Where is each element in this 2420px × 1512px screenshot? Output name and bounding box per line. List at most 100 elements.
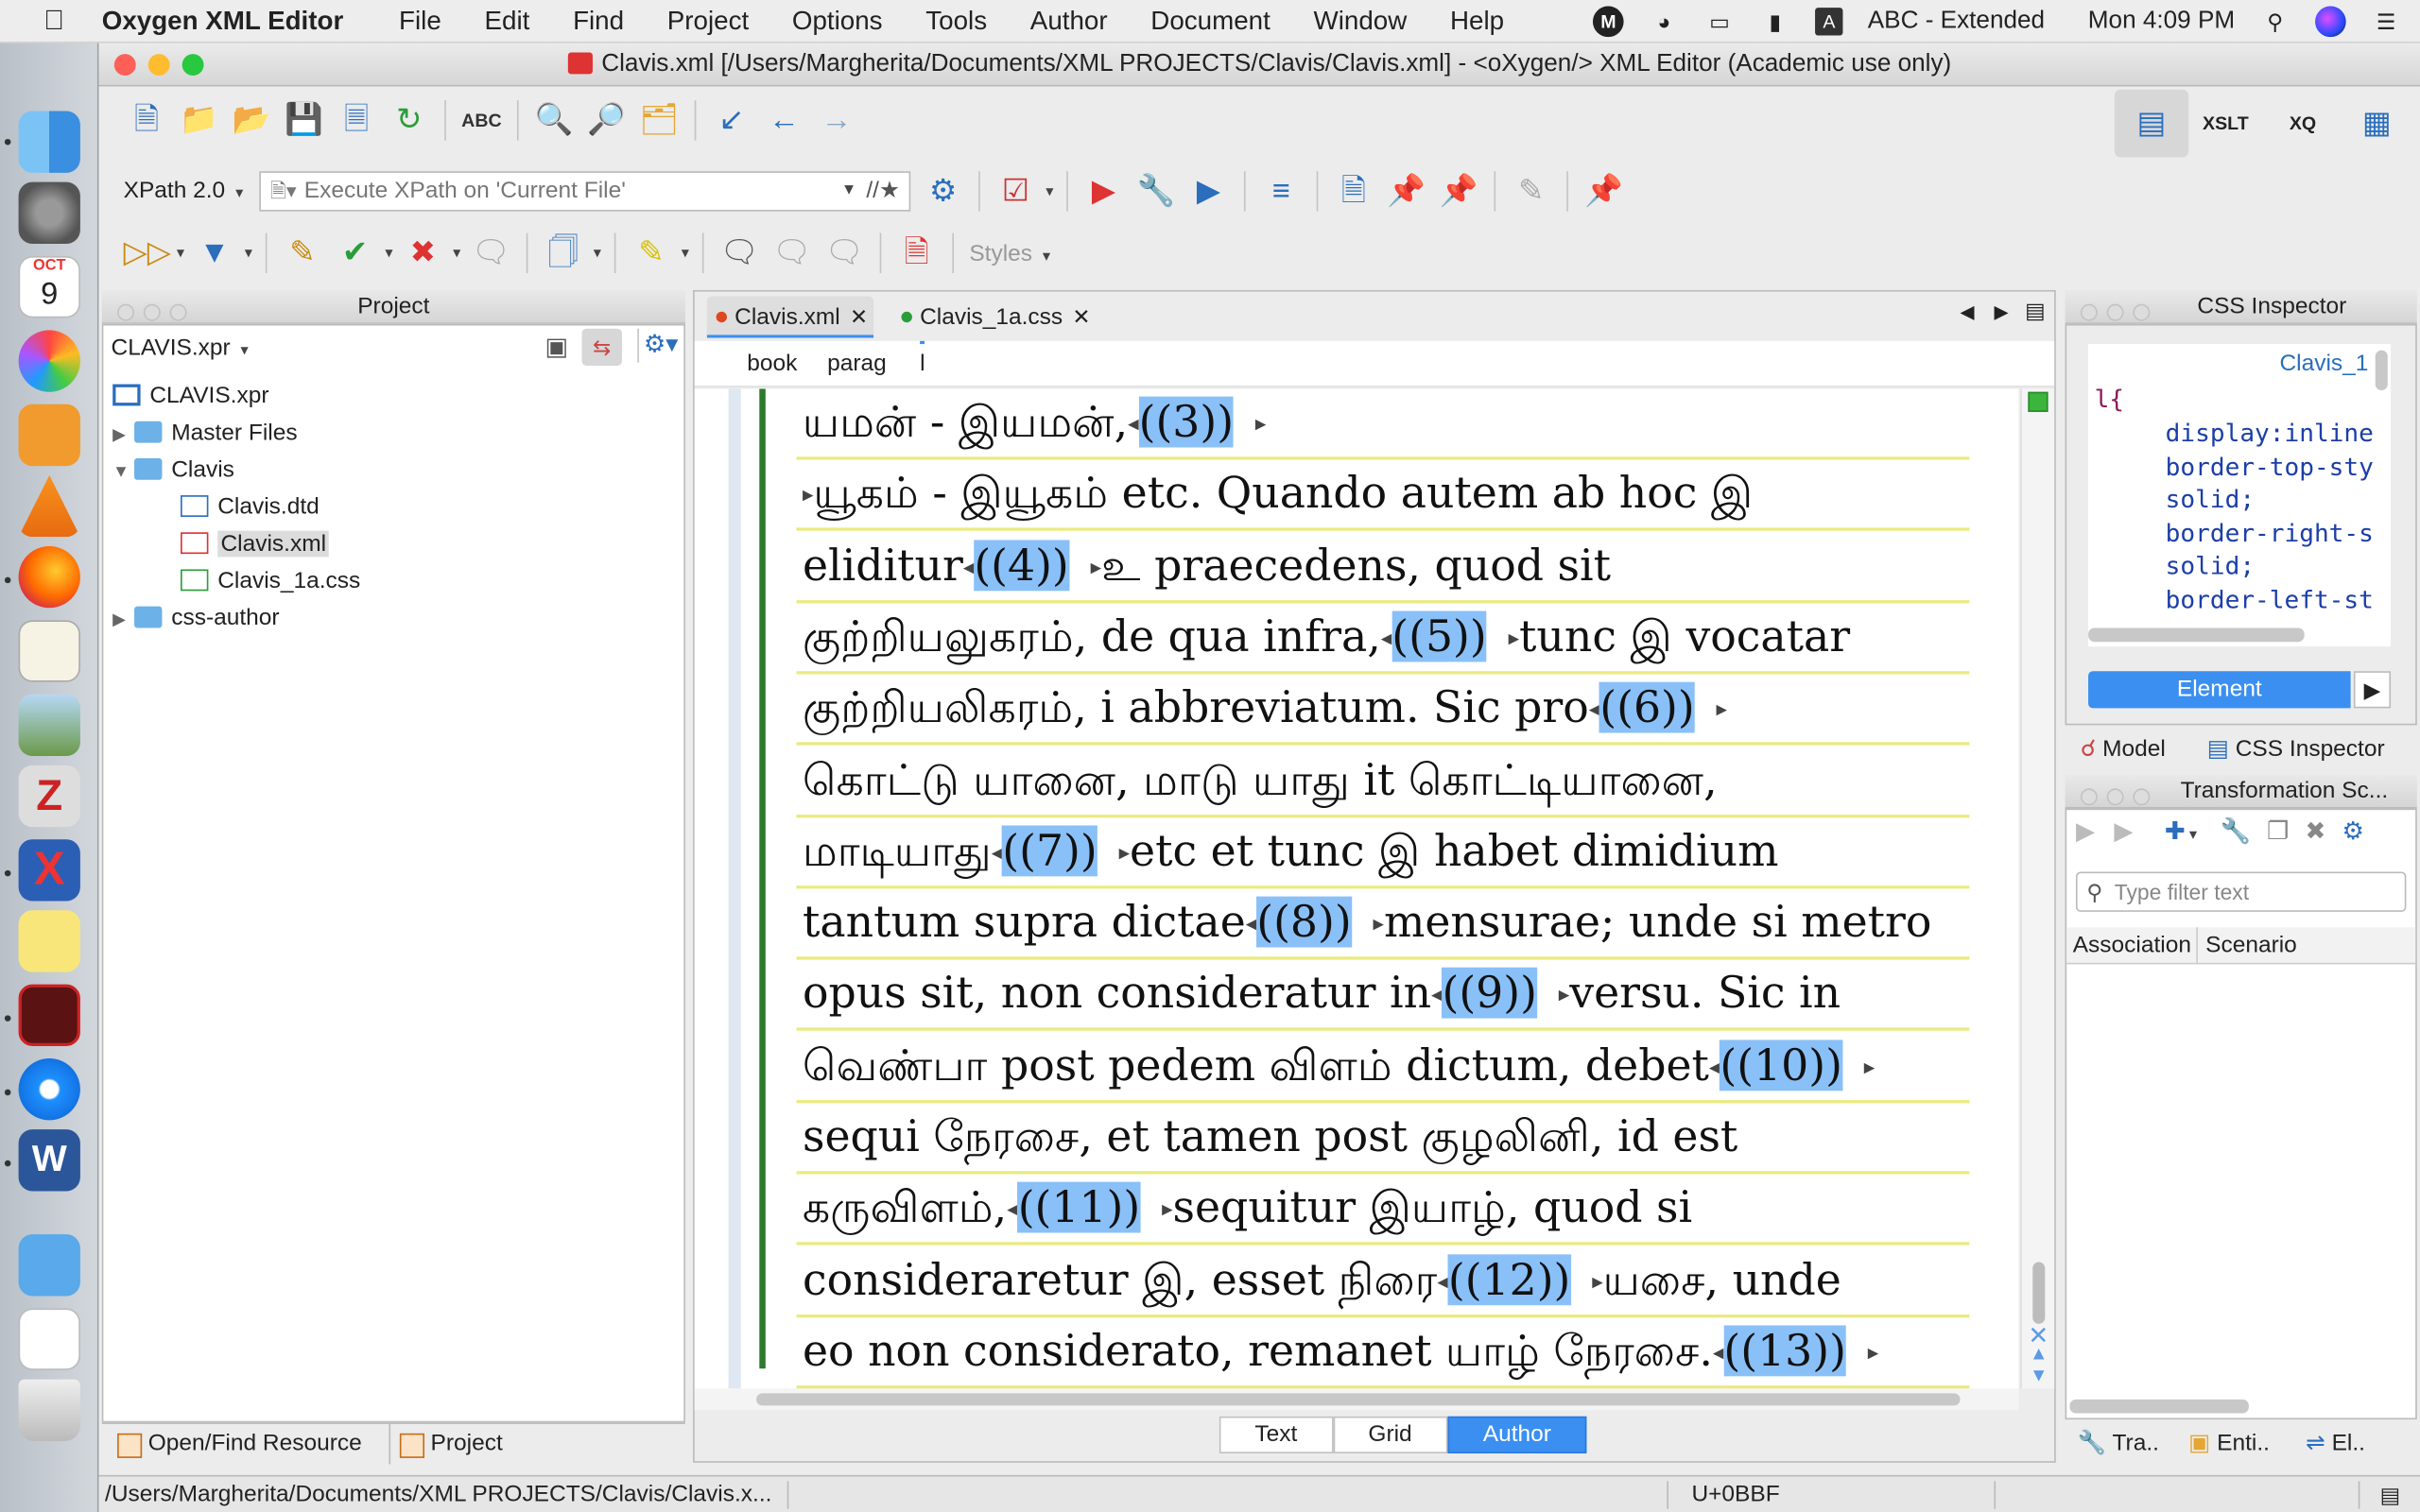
- zotero-icon[interactable]: Z: [18, 765, 80, 828]
- stickies-icon[interactable]: [18, 910, 80, 972]
- element-end-marker-icon[interactable]: ▸: [1162, 1197, 1172, 1222]
- document-line[interactable]: குற்றியலுகரம், de qua infra,◂((5)) ▸tunc …: [803, 606, 1850, 674]
- pin-green-icon[interactable]: 📌: [1436, 168, 1482, 215]
- vertical-scrollbar[interactable]: ✕ ▲ ▼: [2020, 388, 2055, 1389]
- css-rules-view[interactable]: Clavis_1 l{ display:inline border-top-st…: [2088, 344, 2392, 647]
- airplay-icon[interactable]: ▭: [1704, 9, 1736, 34]
- horizontal-scrollbar[interactable]: [694, 1388, 2019, 1411]
- safari-icon[interactable]: [18, 1058, 80, 1121]
- element-start-marker-icon[interactable]: ◂: [1437, 1269, 1447, 1294]
- mode-text-button[interactable]: Text: [1219, 1416, 1333, 1454]
- close-window-button[interactable]: [113, 54, 136, 77]
- element-button[interactable]: Element: [2088, 671, 2351, 709]
- validate-icon[interactable]: ☑: [993, 168, 1039, 215]
- apply-transformation-icon[interactable]: ▶: [1080, 168, 1127, 215]
- menu-find[interactable]: Find: [573, 6, 624, 37]
- footnote-reference[interactable]: ((8)): [1256, 896, 1352, 948]
- find-icon[interactable]: 🔍: [531, 97, 578, 144]
- scenario-filter-input[interactable]: ⚲ Type filter text: [2075, 871, 2407, 912]
- element-start-marker-icon[interactable]: ◂: [1431, 984, 1442, 1008]
- element-start-marker-icon[interactable]: ◂: [1128, 412, 1138, 437]
- validate-dropdown-icon[interactable]: ▾: [1042, 182, 1057, 199]
- document-line[interactable]: opus sit, non consideratur in◂((9)) ▸vers…: [803, 963, 1841, 1031]
- edit-change-icon[interactable]: ✎: [280, 230, 326, 276]
- breadcrumb-book[interactable]: book: [747, 341, 797, 387]
- textedit-icon[interactable]: [18, 620, 80, 682]
- tree-item-css-author[interactable]: ▶ css-author: [112, 600, 279, 637]
- menu-project[interactable]: Project: [667, 6, 749, 37]
- configure-transformation-icon[interactable]: 🔧: [1133, 168, 1180, 215]
- element-start-marker-icon[interactable]: ◂: [992, 840, 1002, 865]
- tab-transformation[interactable]: 🔧 Tra..: [2078, 1429, 2159, 1457]
- battery-icon[interactable]: ▮: [1759, 9, 1790, 34]
- mode-grid-button[interactable]: Grid: [1332, 1416, 1448, 1454]
- accept-dropdown-icon[interactable]: ▾: [381, 245, 396, 262]
- element-start-marker-icon[interactable]: ◂: [1709, 1055, 1720, 1079]
- wifi-icon[interactable]: ◕: [1649, 9, 1680, 34]
- collapse-all-icon[interactable]: ▣: [544, 332, 568, 363]
- css-vscroll-thumb[interactable]: [2375, 350, 2388, 391]
- tree-item-master-files[interactable]: ▶ Master Files: [112, 415, 297, 452]
- track-changes-dropdown-icon[interactable]: ▾: [173, 245, 188, 262]
- spotlight-icon[interactable]: ⚲: [2259, 9, 2290, 34]
- element-arrow-icon[interactable]: ▶: [2353, 671, 2392, 709]
- project-settings-icon[interactable]: ⚙▾: [644, 329, 679, 360]
- element-end-marker-icon[interactable]: ▸: [1119, 840, 1130, 865]
- scroll-thumb[interactable]: [756, 1393, 1961, 1406]
- input-source-icon[interactable]: A: [1815, 8, 1843, 36]
- element-end-marker-icon[interactable]: ▸: [1374, 912, 1384, 936]
- apply-scenario-icon[interactable]: ▶: [2076, 819, 2095, 846]
- preview-icon[interactable]: [18, 694, 80, 757]
- photos-icon[interactable]: [18, 330, 80, 392]
- save-to-url-icon[interactable]: 🗏: [334, 97, 380, 144]
- element-end-marker-icon[interactable]: ▸: [1864, 1055, 1875, 1079]
- breadcrumb-l[interactable]: l: [920, 340, 925, 385]
- menu-window[interactable]: Window: [1314, 6, 1408, 37]
- tab-project[interactable]: Project: [389, 1423, 503, 1465]
- tree-item-clavis-folder[interactable]: ▼ Clavis: [112, 452, 234, 489]
- tab-entities[interactable]: ▣ Enti..: [2188, 1429, 2270, 1457]
- open-find-resource-icon[interactable]: 🗂: [636, 97, 683, 144]
- clock[interactable]: Mon 4:09 PM: [2088, 8, 2235, 35]
- forward-icon[interactable]: →: [813, 97, 859, 144]
- zoom-window-button[interactable]: [182, 54, 204, 77]
- minimize-window-button[interactable]: [147, 54, 170, 77]
- manage-dropdown-icon[interactable]: ▾: [590, 245, 605, 262]
- element-end-marker-icon[interactable]: ▸: [1091, 555, 1101, 579]
- menu-author[interactable]: Author: [1030, 6, 1108, 37]
- footnote-reference[interactable]: ((3)): [1138, 396, 1235, 447]
- reload-icon[interactable]: ↻: [386, 97, 432, 144]
- mode-author-button[interactable]: Author: [1447, 1416, 1587, 1454]
- debug-scenario-icon[interactable]: ▶: [1185, 168, 1232, 215]
- filter-dropdown-icon[interactable]: ▾: [241, 245, 256, 262]
- remove-comment-icon[interactable]: 🗨: [821, 230, 868, 276]
- scroll-thumb[interactable]: [2032, 1262, 2046, 1324]
- xquery-debugger-perspective-button[interactable]: XQ: [2266, 90, 2340, 158]
- malwarebytes-icon[interactable]: M: [1593, 6, 1624, 38]
- vlc-icon[interactable]: [18, 474, 80, 538]
- xpath-history-dropdown-icon[interactable]: ▼: [841, 173, 856, 210]
- tab-list-icon[interactable]: ▤: [2025, 298, 2046, 324]
- tab-elements[interactable]: ⇌ El..: [2306, 1429, 2365, 1457]
- author-content[interactable]: யமன் - இயமன்,◂((3)) ▸ ▸யூகம் - இயூகம் etc.…: [694, 388, 2019, 1389]
- back-icon[interactable]: ←: [761, 97, 807, 144]
- element-end-marker-icon[interactable]: ▸: [1592, 1269, 1602, 1294]
- link-with-editor-icon[interactable]: ⇆: [581, 328, 622, 366]
- styles-dropdown[interactable]: Styles ▾: [969, 240, 1054, 266]
- footnote-reference[interactable]: ((6)): [1599, 681, 1695, 733]
- new-scenario-icon[interactable]: ✚: [2165, 819, 2186, 846]
- menu-edit[interactable]: Edit: [485, 6, 530, 37]
- element-start-marker-icon[interactable]: ◂: [1246, 912, 1256, 936]
- filter-changes-icon[interactable]: ▼: [191, 230, 237, 276]
- acrobat-icon[interactable]: [18, 984, 80, 1046]
- expand-arrow-icon[interactable]: ▶: [112, 602, 134, 639]
- document-line[interactable]: யமன் - இயமன்,◂((3)) ▸: [803, 392, 1266, 460]
- element-end-marker-icon[interactable]: ▸: [1717, 697, 1727, 722]
- tab-open-find-resource[interactable]: Open/Find Resource: [108, 1424, 362, 1464]
- reject-change-icon[interactable]: ✖: [400, 230, 446, 276]
- menu-document[interactable]: Document: [1150, 6, 1270, 37]
- tree-item-project[interactable]: CLAVIS.xpr: [112, 378, 268, 415]
- tab-css-inspector[interactable]: ▤ CSS Inspector: [2207, 734, 2385, 763]
- editor-perspective-button[interactable]: ▤: [2114, 89, 2189, 158]
- column-association[interactable]: Association: [2073, 927, 2191, 964]
